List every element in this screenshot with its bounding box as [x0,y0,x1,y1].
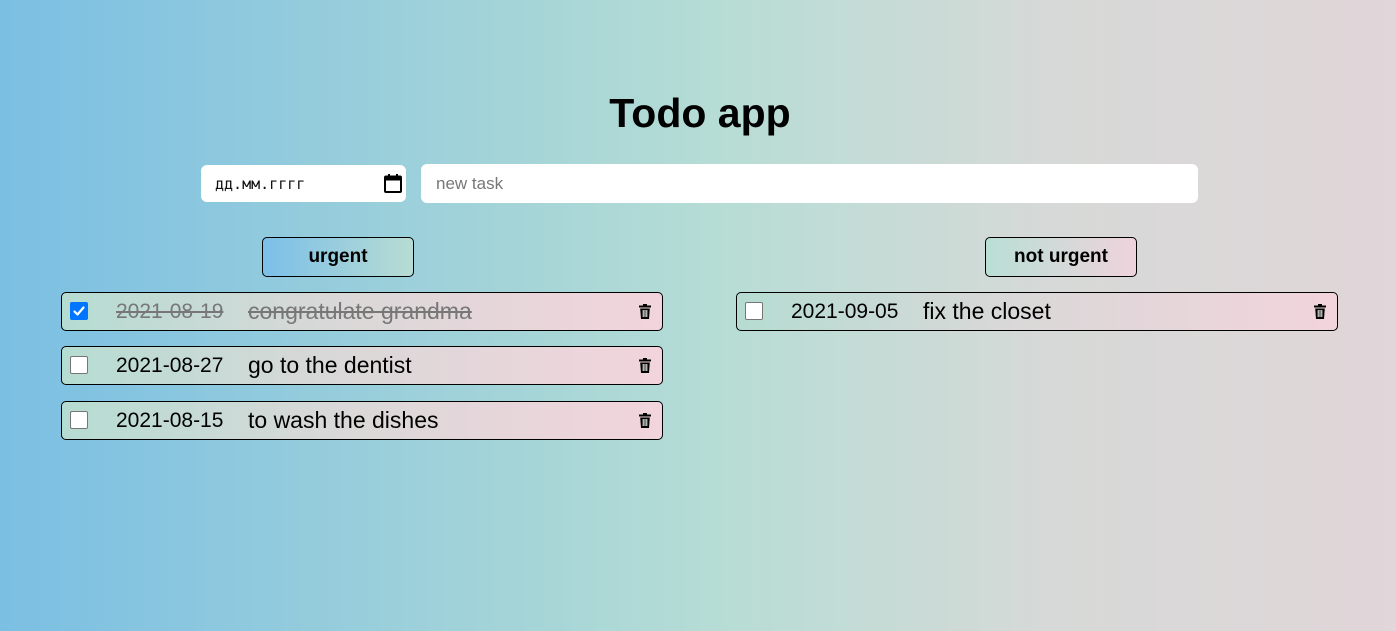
task-text: go to the dentist [248,352,412,378]
task-item: 2021-09-05 fix the closet [736,292,1338,331]
task-item: 2021-08-27 go to the dentist [61,346,663,385]
date-input-placeholder: дд.мм.гггг [215,174,306,193]
task-date: 2021-08-27 [116,354,224,377]
task-item: 2021-08-19 congratulate grandma [61,292,663,331]
trash-icon[interactable] [639,304,651,319]
task-text: to wash the dishes [248,407,439,433]
task-text: fix the closet [923,298,1051,324]
task-text: congratulate grandma [248,298,472,324]
not-urgent-button[interactable]: not urgent [985,237,1137,277]
task-item: 2021-08-15 to wash the dishes [61,401,663,440]
trash-icon[interactable] [639,358,651,373]
checkmark-icon [73,306,85,316]
task-checkbox[interactable] [70,302,88,320]
task-checkbox[interactable] [70,356,88,374]
page-title: Todo app [609,90,791,136]
trash-icon[interactable] [639,413,651,428]
calendar-icon[interactable] [384,174,402,193]
task-date: 2021-08-15 [116,409,224,432]
urgent-button[interactable]: urgent [262,237,414,277]
trash-icon[interactable] [1314,304,1326,319]
new-task-input[interactable] [421,164,1198,203]
task-checkbox[interactable] [745,302,763,320]
date-input[interactable]: дд.мм.гггг [201,165,406,202]
task-date: 2021-09-05 [791,300,899,323]
task-checkbox[interactable] [70,411,88,429]
task-date: 2021-08-19 [116,300,224,323]
